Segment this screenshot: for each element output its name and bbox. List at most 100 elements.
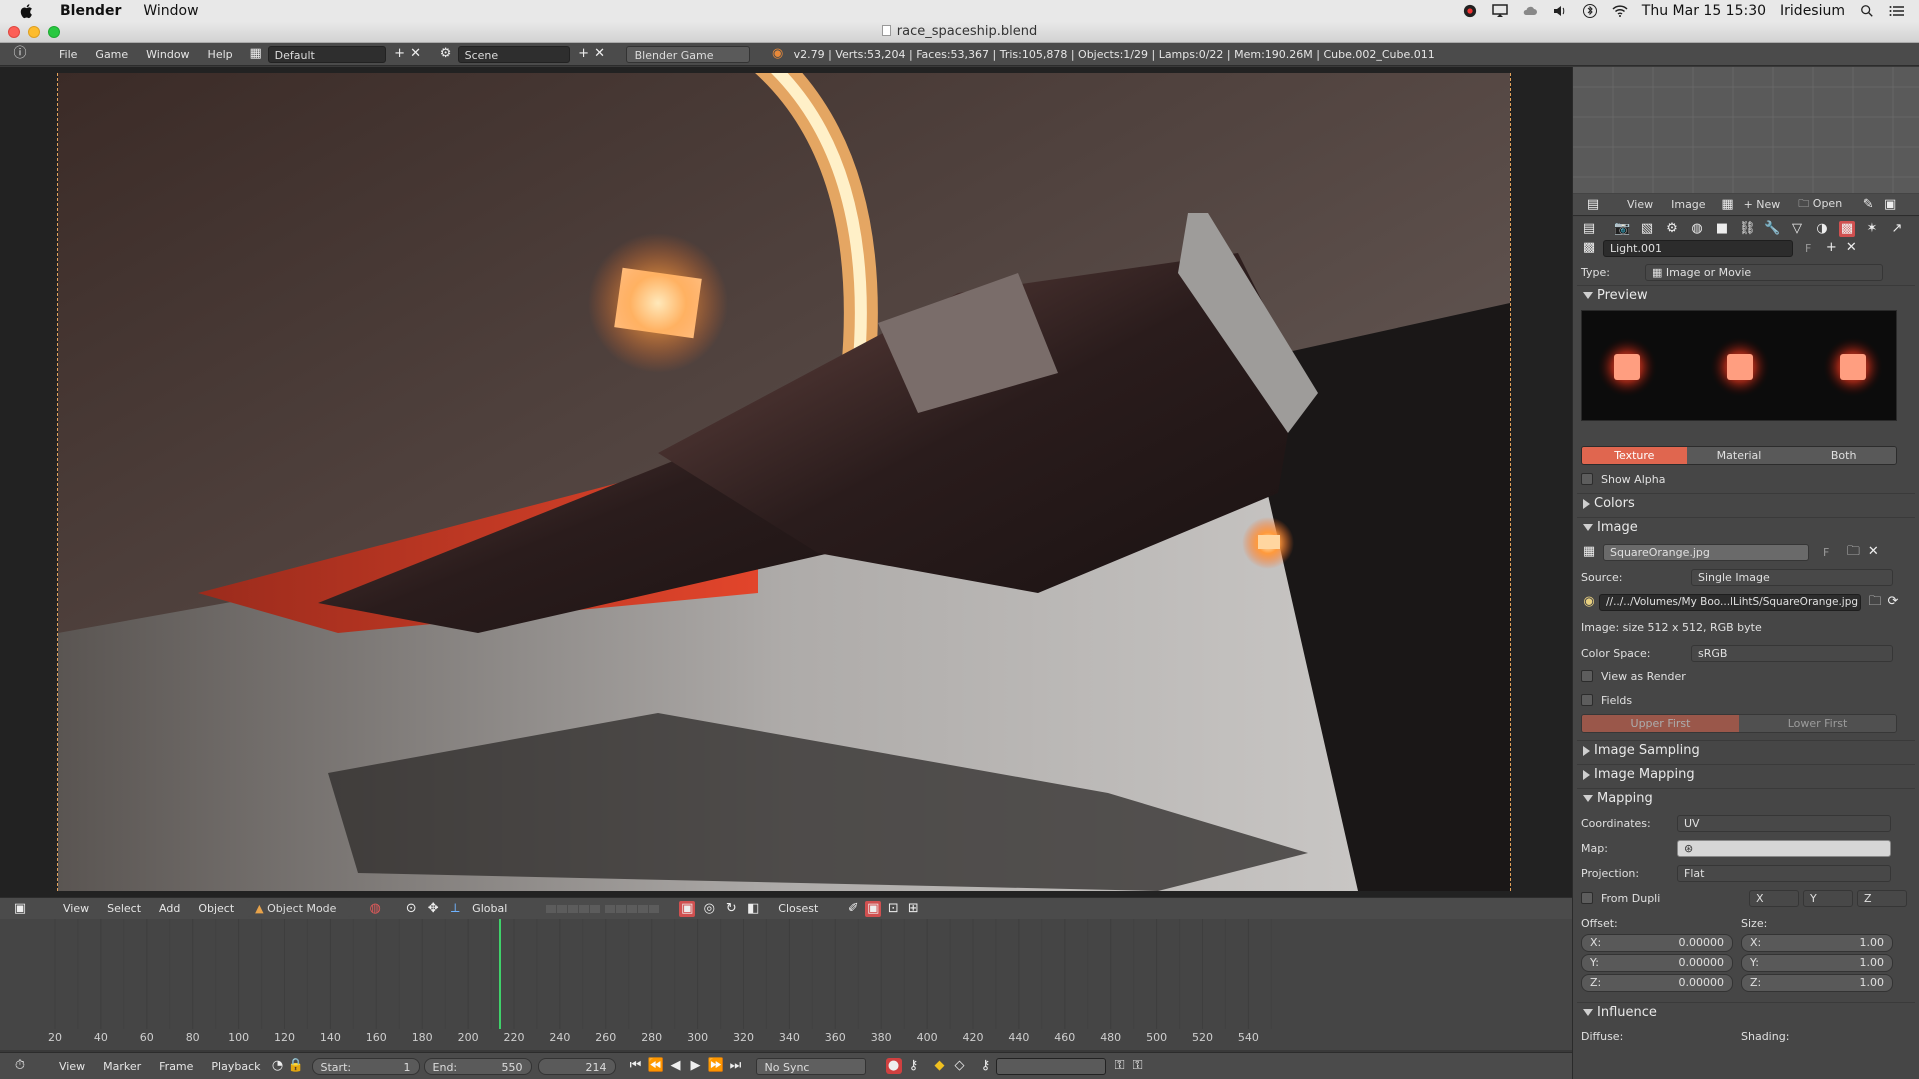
timeline-menu-frame[interactable]: Frame bbox=[150, 1060, 202, 1073]
texture-new-icon[interactable]: + bbox=[1823, 240, 1839, 256]
clock[interactable]: Thu Mar 15 15:30 bbox=[1642, 3, 1766, 19]
preview-tab-both[interactable]: Both bbox=[1791, 446, 1896, 464]
uv-image-editor-canvas[interactable] bbox=[1573, 67, 1919, 193]
scene-select[interactable]: Scene bbox=[457, 45, 570, 63]
image-fake-user-button[interactable]: F bbox=[1823, 546, 1829, 559]
jump-to-keyframe-forward-icon[interactable]: ⏩ bbox=[708, 1058, 724, 1074]
info-editor-type-icon[interactable]: ⓘ bbox=[12, 46, 28, 62]
uv-map-field[interactable]: ⊛ bbox=[1677, 839, 1891, 857]
open-image-button[interactable]: 🗀 Open bbox=[1798, 195, 1842, 214]
offset-y-field[interactable]: Y: 0.00000 bbox=[1581, 954, 1733, 972]
object-mode-select[interactable]: ▲ Object Mode bbox=[247, 900, 352, 917]
image-editor-menu-image[interactable]: Image bbox=[1671, 198, 1705, 211]
image-mapping-panel-header[interactable]: Image Mapping bbox=[1577, 764, 1915, 784]
from-dupli-checkbox[interactable] bbox=[1581, 892, 1593, 904]
offset-x-field[interactable]: X: 0.00000 bbox=[1581, 934, 1733, 952]
active-keying-set-field[interactable] bbox=[995, 1057, 1106, 1075]
render-animation-icon[interactable]: ▣ bbox=[865, 900, 882, 917]
coordinates-select[interactable]: UV bbox=[1677, 814, 1891, 832]
wifi-icon[interactable] bbox=[1612, 4, 1628, 18]
3d-viewport[interactable] bbox=[0, 67, 1572, 897]
close-window-button[interactable] bbox=[8, 26, 20, 38]
volume-icon[interactable] bbox=[1552, 4, 1568, 18]
render-engine-select[interactable]: Blender Game bbox=[625, 45, 750, 63]
remove-scene-icon[interactable]: ✕ bbox=[592, 46, 608, 62]
fields-checkbox[interactable] bbox=[1581, 694, 1593, 706]
transform-orientation-icon[interactable]: ⟂ bbox=[447, 901, 463, 917]
timeline[interactable]: 20 40 60 80 100 120 140 160 180 200 220 240 260 280 30… bbox=[0, 919, 1572, 1050]
texture-tab-icon[interactable]: ▩ bbox=[1839, 221, 1855, 237]
properties-editor-type-icon[interactable]: ▤ bbox=[1581, 221, 1597, 237]
render-icon[interactable]: ✐ bbox=[845, 901, 861, 917]
lock-time-icon[interactable]: 🔒 bbox=[288, 1058, 304, 1074]
colors-panel-header[interactable]: Colors bbox=[1577, 493, 1915, 513]
add-layout-icon[interactable]: + bbox=[392, 46, 408, 62]
image-editor-extra-icon[interactable]: ▣ bbox=[1882, 197, 1898, 213]
render-layers-tab-icon[interactable]: ▧ bbox=[1639, 221, 1655, 237]
new-image-button[interactable]: + New bbox=[1744, 198, 1781, 211]
offset-z-field[interactable]: Z: 0.00000 bbox=[1581, 974, 1733, 992]
keying-set-icon[interactable]: ⚷ bbox=[906, 1058, 922, 1074]
modifiers-tab-icon[interactable]: 🔧 bbox=[1764, 221, 1780, 237]
manipulator-icon[interactable]: ✥ bbox=[425, 901, 441, 917]
insert-keyframe-icon[interactable]: ◆ bbox=[932, 1058, 948, 1074]
mapping-panel-header[interactable]: Mapping bbox=[1577, 788, 1915, 808]
view3d-editor-type-icon[interactable]: ▣ bbox=[12, 901, 28, 917]
scene-tab-icon[interactable]: ⚙ bbox=[1664, 221, 1680, 237]
jump-to-start-icon[interactable]: ⏮ bbox=[628, 1058, 644, 1074]
timeline-menu-playback[interactable]: Playback bbox=[202, 1060, 269, 1073]
physics-tab-icon[interactable]: ↗ bbox=[1889, 221, 1905, 237]
field-order-upper-first[interactable]: Upper First bbox=[1582, 714, 1739, 732]
opengl-animation-icon[interactable]: ⊞ bbox=[905, 901, 921, 917]
auto-keying-icon[interactable]: ● bbox=[885, 1058, 902, 1074]
delete-keyframes-keying-set-icon[interactable]: ⚿ bbox=[1130, 1058, 1146, 1074]
texture-browse-icon[interactable]: ▩ bbox=[1581, 240, 1597, 256]
constraints-tab-icon[interactable]: ⛓ bbox=[1739, 221, 1756, 237]
spotlight-search-icon[interactable] bbox=[1859, 4, 1875, 18]
timeline-menu-view[interactable]: View bbox=[50, 1060, 94, 1073]
user-name[interactable]: Iridesium bbox=[1780, 3, 1845, 19]
image-editor-type-icon[interactable]: ▤ bbox=[1585, 197, 1601, 213]
bluetooth-icon[interactable] bbox=[1582, 3, 1598, 18]
minimize-window-button[interactable] bbox=[28, 26, 40, 38]
image-browse-icon[interactable]: ▦ bbox=[1581, 544, 1597, 560]
delete-keyframe-icon[interactable]: ◇ bbox=[952, 1058, 968, 1074]
use-preview-range-icon[interactable]: ◔ bbox=[270, 1058, 286, 1074]
timeline-menu-marker[interactable]: Marker bbox=[94, 1060, 150, 1073]
view-as-render-checkbox[interactable] bbox=[1581, 670, 1593, 682]
play-icon[interactable]: ▶ bbox=[688, 1058, 704, 1074]
timeline-editor-type-icon[interactable]: ⏱ bbox=[12, 1058, 28, 1074]
menu-game[interactable]: Game bbox=[86, 48, 137, 61]
image-name-field[interactable]: SquareOrange.jpg bbox=[1603, 543, 1809, 561]
filepath-browse-icon[interactable]: 🗀 bbox=[1867, 594, 1883, 610]
image-open-folder-icon[interactable]: 🗀 bbox=[1845, 544, 1861, 560]
image-editor-menu-view[interactable]: View bbox=[1627, 198, 1653, 211]
end-frame-field[interactable]: End: 550 bbox=[423, 1057, 532, 1075]
render-tab-icon[interactable]: 📷 bbox=[1614, 221, 1630, 237]
play-reverse-icon[interactable]: ◀ bbox=[668, 1058, 684, 1074]
field-order-lower-first[interactable]: Lower First bbox=[1739, 714, 1896, 732]
app-menu-blender[interactable]: Blender bbox=[60, 3, 121, 19]
data-tab-icon[interactable]: ▽ bbox=[1789, 221, 1805, 237]
current-frame-field[interactable]: 214 bbox=[537, 1057, 616, 1075]
image-unlink-icon[interactable]: ✕ bbox=[1865, 544, 1881, 560]
snap-element-icon[interactable]: ◧ bbox=[745, 901, 761, 917]
jump-to-end-icon[interactable]: ⏭ bbox=[728, 1058, 744, 1074]
texture-fake-user-label[interactable]: F bbox=[1805, 242, 1811, 255]
menu-window[interactable]: Window bbox=[143, 3, 198, 19]
show-alpha-checkbox[interactable] bbox=[1581, 473, 1593, 485]
sync-mode-select[interactable]: No Sync bbox=[755, 1057, 866, 1075]
texture-name-field[interactable]: Light.001 bbox=[1603, 239, 1793, 257]
scene-icon[interactable]: ⚙ bbox=[438, 46, 454, 62]
layout-select[interactable]: Default bbox=[267, 45, 386, 63]
snap-target-select[interactable]: Closest bbox=[769, 902, 827, 915]
proportional-edit-icon[interactable]: ◎ bbox=[701, 901, 717, 917]
size-z-field[interactable]: Z: 1.00 bbox=[1741, 974, 1893, 992]
projection-select[interactable]: Flat bbox=[1677, 864, 1891, 882]
layout-icon[interactable]: ▦ bbox=[248, 46, 264, 62]
mapping-x-select[interactable]: X bbox=[1749, 889, 1799, 907]
pivot-point-icon[interactable]: ⊙ bbox=[403, 901, 419, 917]
start-frame-field[interactable]: Start: 1 bbox=[311, 1057, 420, 1075]
image-packed-icon[interactable]: ◉ bbox=[1581, 594, 1597, 610]
transform-orientation-select[interactable]: Global bbox=[463, 902, 516, 915]
